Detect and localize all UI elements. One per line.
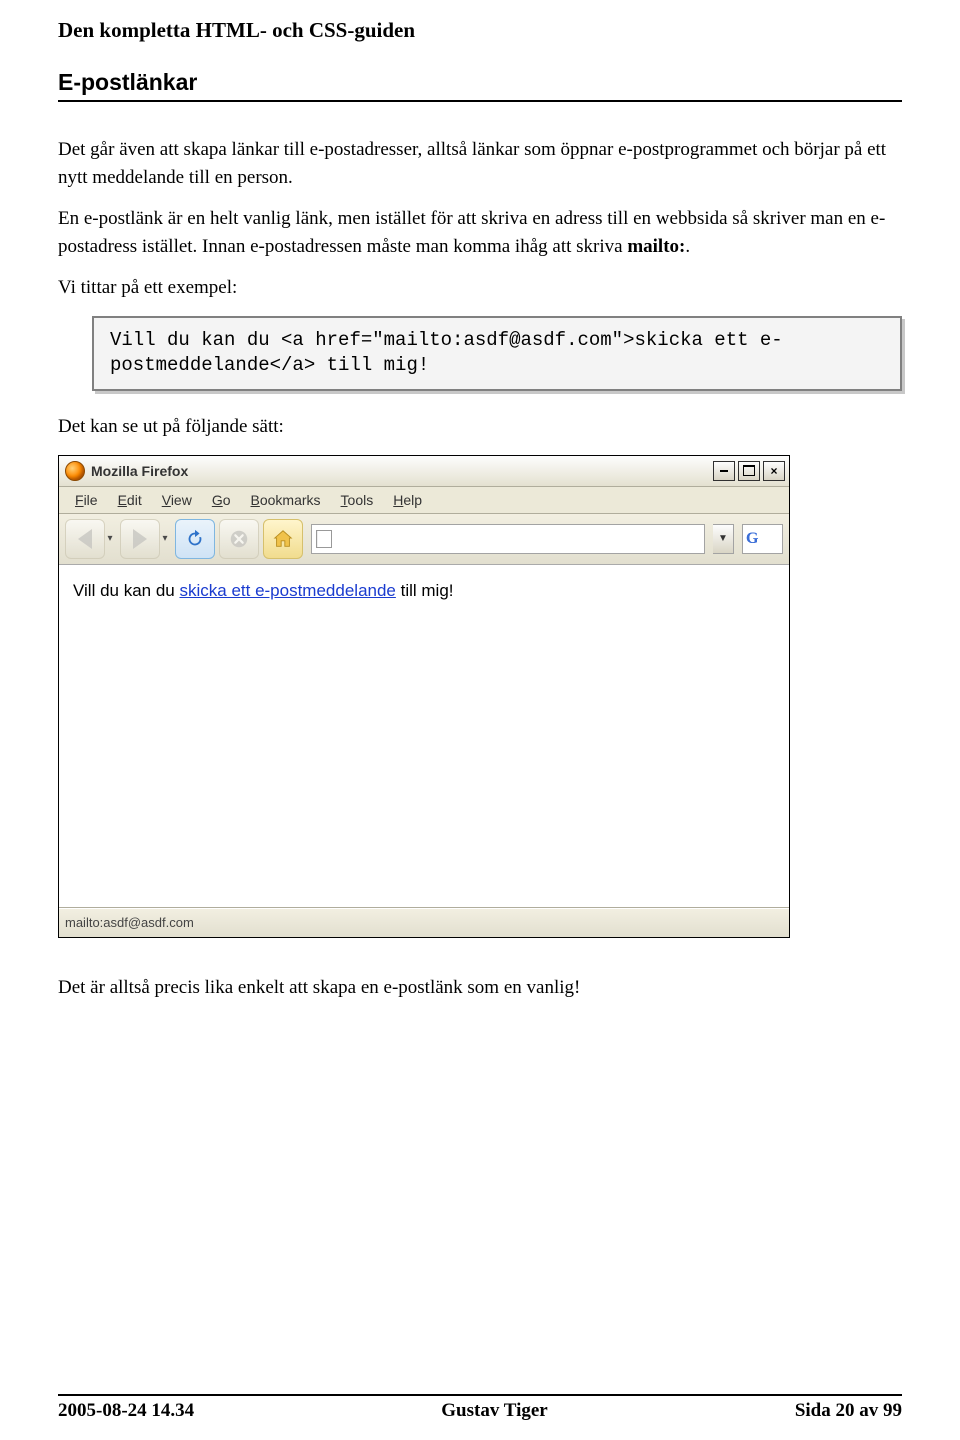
- menu-go[interactable]: Go: [202, 490, 241, 510]
- reload-icon: [184, 528, 206, 550]
- menu-tools[interactable]: Tools: [331, 490, 384, 510]
- firefox-icon: [65, 461, 85, 481]
- mailto-term: mailto:: [627, 236, 685, 257]
- back-history-dropdown[interactable]: [104, 533, 116, 544]
- maximize-button[interactable]: [738, 461, 760, 481]
- statusbar: mailto:asdf@asdf.com: [59, 908, 789, 937]
- status-text: mailto:asdf@asdf.com: [65, 915, 194, 930]
- home-button[interactable]: [263, 519, 303, 559]
- page-footer: 2005-08-24 14.34 Gustav Tiger Sida 20 av…: [0, 1394, 960, 1422]
- forward-button[interactable]: [120, 519, 160, 559]
- close-button[interactable]: ×: [763, 461, 785, 481]
- menu-edit[interactable]: Edit: [108, 490, 152, 510]
- back-button[interactable]: [65, 519, 105, 559]
- section-rule: [58, 100, 902, 102]
- closing-paragraph: Det är alltså precis lika enkelt att ska…: [58, 974, 902, 1002]
- google-icon: G: [746, 530, 758, 548]
- stop-icon: [228, 528, 250, 550]
- browser-titlebar: Mozilla Firefox ×: [59, 456, 789, 487]
- intro-paragraph: Det går även att skapa länkar till e-pos…: [58, 136, 902, 191]
- home-icon: [271, 528, 295, 550]
- search-field[interactable]: G: [742, 524, 783, 554]
- url-dropdown[interactable]: ▼: [713, 524, 734, 554]
- footer-date: 2005-08-24 14.34: [58, 1400, 194, 1422]
- toolbar: ▼ G: [59, 514, 789, 565]
- content-pre: Vill du kan du: [73, 581, 179, 600]
- menu-bookmarks[interactable]: Bookmarks: [241, 490, 331, 510]
- menubar: File Edit View Go Bookmarks Tools Help: [59, 487, 789, 514]
- example-lede: Vi tittar på ett exempel:: [58, 274, 902, 302]
- forward-history-dropdown[interactable]: [159, 533, 171, 544]
- content-post: till mig!: [396, 581, 454, 600]
- menu-file[interactable]: File: [65, 490, 108, 510]
- footer-rule: [58, 1394, 902, 1396]
- result-lede: Det kan se ut på följande sätt:: [58, 413, 902, 441]
- browser-window: Mozilla Firefox × File Edit View Go Book…: [58, 455, 790, 938]
- explain-paragraph: En e-postlänk är en helt vanlig länk, me…: [58, 205, 902, 260]
- explain-text-1: En e-postlänk är en helt vanlig länk, me…: [58, 208, 885, 257]
- minimize-button[interactable]: [713, 461, 735, 481]
- stop-button[interactable]: [219, 519, 259, 559]
- menu-help[interactable]: Help: [383, 490, 432, 510]
- browser-title: Mozilla Firefox: [91, 463, 188, 479]
- menu-view[interactable]: View: [152, 490, 202, 510]
- code-block-wrapper: Vill du kan du <a href="mailto:asdf@asdf…: [92, 316, 902, 391]
- document-title: Den kompletta HTML- och CSS-guiden: [58, 18, 902, 43]
- reload-button[interactable]: [175, 519, 215, 559]
- browser-content: Vill du kan du skicka ett e-postmeddelan…: [59, 565, 789, 908]
- url-field[interactable]: [311, 524, 705, 554]
- footer-page: Sida 20 av 99: [795, 1400, 902, 1422]
- code-block: Vill du kan du <a href="mailto:asdf@asdf…: [92, 316, 902, 391]
- mailto-link[interactable]: skicka ett e-postmeddelande: [179, 581, 395, 600]
- section-heading: E-postlänkar: [58, 69, 902, 96]
- footer-author: Gustav Tiger: [441, 1400, 547, 1422]
- page-icon: [316, 530, 332, 548]
- explain-text-2: .: [685, 236, 690, 257]
